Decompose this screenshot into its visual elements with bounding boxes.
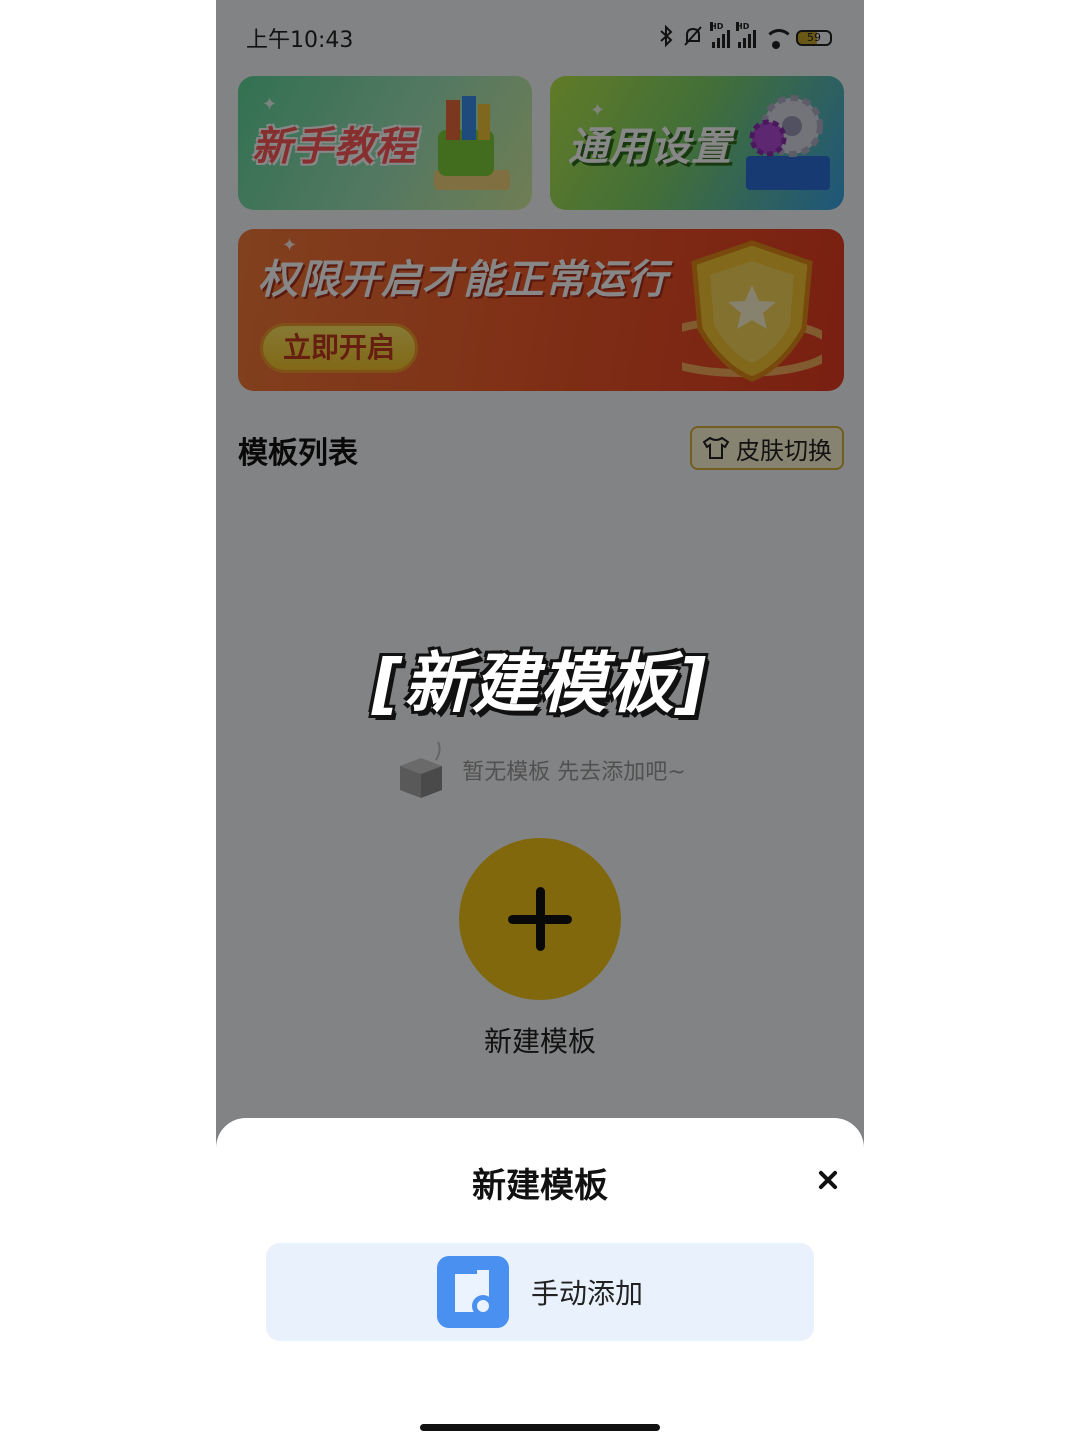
new-template-sheet: 新建模板 手动添加	[216, 1118, 864, 1440]
manual-add-label: 手动添加	[530, 1277, 643, 1310]
sheet-title: 新建模板	[472, 1166, 608, 1206]
phone-screen: 上午10:43 HD HD 59 ✦ 新手教程 ✦ 通用设置 ✦ 权限开启才能正…	[216, 0, 864, 1440]
manual-add-button[interactable]: 手动添加	[266, 1243, 814, 1341]
app-background: 上午10:43 HD HD 59 ✦ 新手教程 ✦ 通用设置 ✦ 权限开启才能正…	[216, 0, 864, 1440]
overlay-caption: [新建模板]	[371, 645, 709, 722]
close-icon[interactable]	[814, 1166, 842, 1194]
manual-add-icon	[436, 1256, 509, 1328]
home-indicator[interactable]	[420, 1424, 660, 1431]
